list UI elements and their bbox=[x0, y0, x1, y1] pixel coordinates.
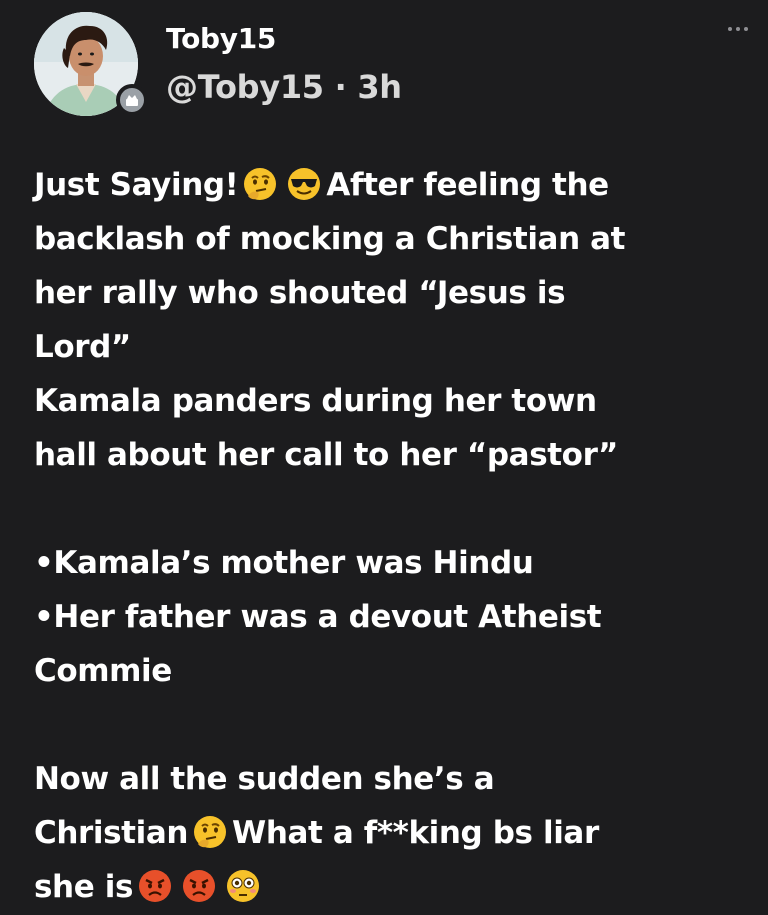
more-options-icon[interactable] bbox=[728, 22, 758, 36]
post-text-segment: Kamala panders during her town bbox=[34, 383, 597, 419]
post-text-line: hall about her call to her “pastor” bbox=[34, 428, 748, 482]
post-text: Just Saying! After feeling the backlash o… bbox=[34, 158, 748, 914]
post-text-line: Kamala panders during her town bbox=[34, 374, 748, 428]
social-post: Toby15 @Toby15 · 3h Just Saying! After f… bbox=[0, 0, 768, 915]
avatar-container[interactable] bbox=[34, 12, 148, 126]
angry-face-icon bbox=[137, 868, 173, 904]
post-text-segment: Commie bbox=[34, 653, 172, 689]
verified-badge-icon bbox=[116, 84, 148, 116]
post-text-line: Just Saying! After feeling the bbox=[34, 158, 748, 212]
post-text-segment: •Her father was a devout Atheist bbox=[34, 599, 602, 635]
post-text-line: •Kamala’s mother was Hindu bbox=[34, 536, 748, 590]
post-text-segment: hall about her call to her “pastor” bbox=[34, 437, 619, 473]
angry-face-icon bbox=[181, 868, 217, 904]
post-text-segment: Christian bbox=[34, 815, 189, 851]
post-text-line: she is bbox=[34, 860, 748, 914]
post-text-segment: Now all the sudden she’s a bbox=[34, 761, 495, 797]
post-text-line: backlash of mocking a Christian at bbox=[34, 212, 748, 266]
user-handle[interactable]: @Toby15 bbox=[166, 68, 324, 106]
meta-separator: · bbox=[334, 68, 347, 106]
post-text-segment: backlash of mocking a Christian at bbox=[34, 221, 626, 257]
post-text-segment: Just Saying! bbox=[34, 167, 239, 203]
post-text-line: Now all the sudden she’s a bbox=[34, 752, 748, 806]
post-text-segment: her rally who shouted “Jesus is bbox=[34, 275, 566, 311]
smiling-face-with-sunglasses-icon bbox=[286, 166, 322, 202]
flushed-face-icon bbox=[225, 868, 261, 904]
post-text-line: Commie bbox=[34, 644, 748, 698]
post-text-segment: •Kamala’s mother was Hindu bbox=[34, 545, 534, 581]
post-text-segment: Lord” bbox=[34, 329, 131, 365]
post-text-segment: What a f**king bs liar bbox=[232, 815, 599, 851]
display-name[interactable]: Toby15 bbox=[166, 22, 276, 55]
thinking-face-icon bbox=[242, 166, 278, 202]
handle-line: @Toby15 · 3h bbox=[166, 68, 402, 106]
post-text-line: her rally who shouted “Jesus is bbox=[34, 266, 748, 320]
post-text-segment: she is bbox=[34, 869, 134, 905]
post-timestamp[interactable]: 3h bbox=[357, 68, 402, 106]
post-text-segment: After feeling the bbox=[326, 167, 609, 203]
post-text-line: Lord” bbox=[34, 320, 748, 374]
post-text-line: Christian What a f**king bs liar bbox=[34, 806, 748, 860]
post-text-line: •Her father was a devout Atheist bbox=[34, 590, 748, 644]
thinking-face-icon bbox=[192, 814, 228, 850]
